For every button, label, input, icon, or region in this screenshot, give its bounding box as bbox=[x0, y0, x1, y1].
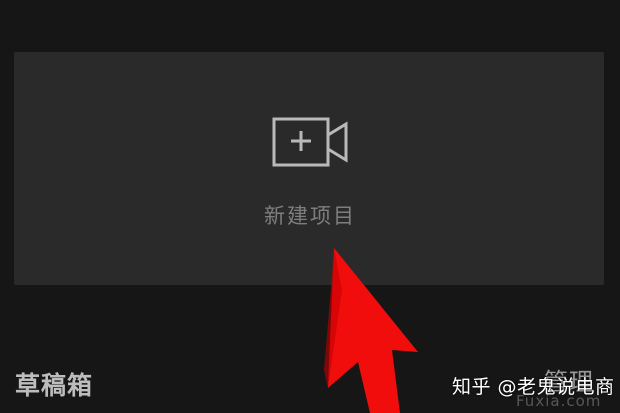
new-project-label: 新建项目 bbox=[264, 204, 356, 228]
red-arrow-icon bbox=[324, 248, 418, 413]
editor-home-screen: 新建项目 草稿箱 管理 Fuxia.com 知乎 @老鬼说电商 bbox=[0, 0, 620, 413]
video-camera-plus-icon bbox=[272, 117, 348, 167]
drafts-section-title: 草稿箱 bbox=[15, 371, 94, 400]
zhihu-watermark: 知乎 @老鬼说电商 bbox=[452, 376, 615, 398]
